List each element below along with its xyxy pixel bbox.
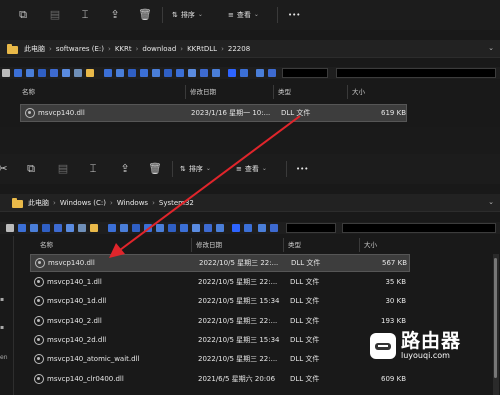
watermark-subtitle: luyouqi.com xyxy=(401,351,450,360)
router-logo-icon xyxy=(370,333,396,359)
watermark: 路由器 luyouqi.com xyxy=(370,331,461,361)
watermark-title: 路由器 xyxy=(401,330,462,352)
